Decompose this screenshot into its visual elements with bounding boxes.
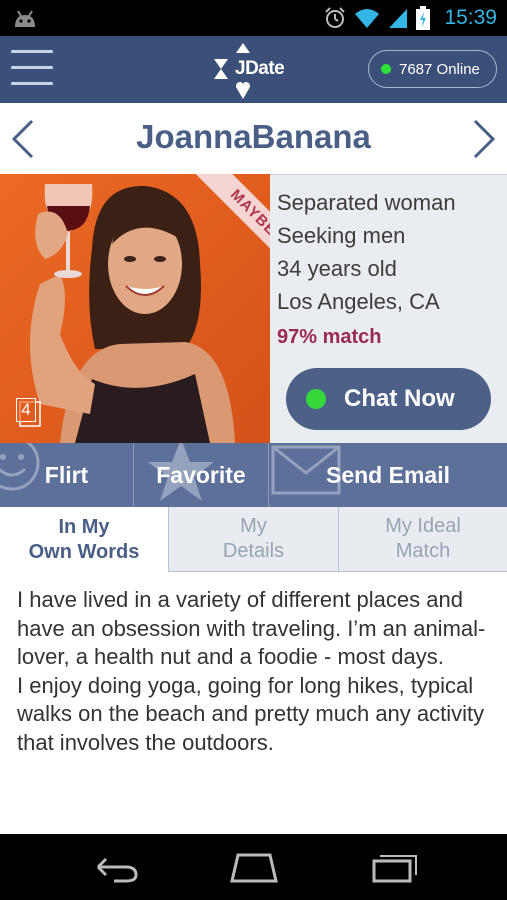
location: Los Angeles, CA — [277, 289, 440, 314]
tab-label-line2: Match — [395, 540, 451, 562]
flirt-label: Flirt — [44, 461, 89, 488]
android-icon — [15, 10, 35, 27]
back-icon[interactable] — [84, 849, 144, 885]
tab-my-ideal-match[interactable]: My Ideal Match — [338, 507, 507, 572]
tab-my-details[interactable]: My Details — [168, 507, 338, 572]
send-email-label: Send Email — [326, 461, 450, 488]
wifi-icon — [355, 9, 380, 28]
marital-status: Separated woman — [277, 190, 456, 215]
system-nav-bar — [0, 834, 507, 900]
chat-now-button[interactable]: Chat Now — [286, 368, 491, 430]
logo-text: JDate — [235, 58, 285, 79]
profile-name-bar: JoannaBanana — [0, 103, 507, 174]
profile-tabs: In My Own Words My Details My Ideal Matc… — [0, 507, 507, 572]
maybe-ribbon: MAYBE — [168, 174, 270, 302]
favorite-button[interactable]: Favorite — [134, 443, 269, 507]
status-bar: 15:39 — [0, 0, 507, 36]
chat-now-label: Chat Now — [344, 385, 455, 412]
signal-icon — [389, 9, 408, 28]
previous-profile-icon[interactable] — [8, 117, 38, 161]
tab-in-my-own-words[interactable]: In My Own Words — [0, 507, 168, 572]
jdate-logo: JDate — [210, 40, 300, 100]
age: 34 years old — [277, 256, 397, 281]
tab-label-line2: Details — [222, 540, 285, 562]
seeking: Seeking men — [277, 223, 406, 248]
online-count-label: 7687 Online — [399, 60, 480, 78]
match-percentage: 97% match — [277, 326, 382, 348]
recent-apps-icon[interactable] — [362, 849, 422, 885]
profile-photo[interactable]: MAYBE 4 — [0, 174, 270, 443]
menu-button[interactable] — [11, 48, 53, 90]
tab-label-line1: In My — [58, 515, 110, 538]
profile-name: JoannaBanana — [136, 118, 371, 155]
online-dot-icon — [381, 64, 391, 74]
profile-info: Separated woman Seeking men 34 years old… — [270, 174, 507, 443]
alarm-icon — [325, 7, 346, 28]
about-text: I have lived in a variety of different p… — [17, 586, 497, 757]
next-profile-icon[interactable] — [469, 117, 499, 161]
tab-label-line1: My Ideal — [385, 515, 461, 537]
online-status-icon — [306, 389, 326, 409]
about-paragraph: I have lived in a variety of different p… — [17, 587, 486, 669]
clock: 15:39 — [444, 6, 497, 29]
photo-count[interactable]: 4 — [14, 396, 42, 428]
home-icon[interactable] — [224, 849, 284, 885]
smiley-icon — [0, 443, 40, 491]
about-paragraph: I enjoy doing yoga, going for long hikes… — [17, 672, 485, 755]
photo-count-number: 4 — [16, 398, 36, 422]
tab-label-line2: Own Words — [28, 540, 140, 563]
action-bar: Flirt Favorite Send Email — [0, 443, 507, 507]
battery-icon — [416, 6, 431, 30]
app-header: JDate 7687 Online — [0, 36, 507, 103]
flirt-button[interactable]: Flirt — [0, 443, 134, 507]
favorite-label: Favorite — [156, 461, 246, 488]
online-count-badge[interactable]: 7687 Online — [368, 50, 497, 88]
send-email-button[interactable]: Send Email — [269, 443, 507, 507]
maybe-badge: MAYBE — [190, 174, 270, 276]
tab-label-line1: My — [240, 515, 267, 537]
